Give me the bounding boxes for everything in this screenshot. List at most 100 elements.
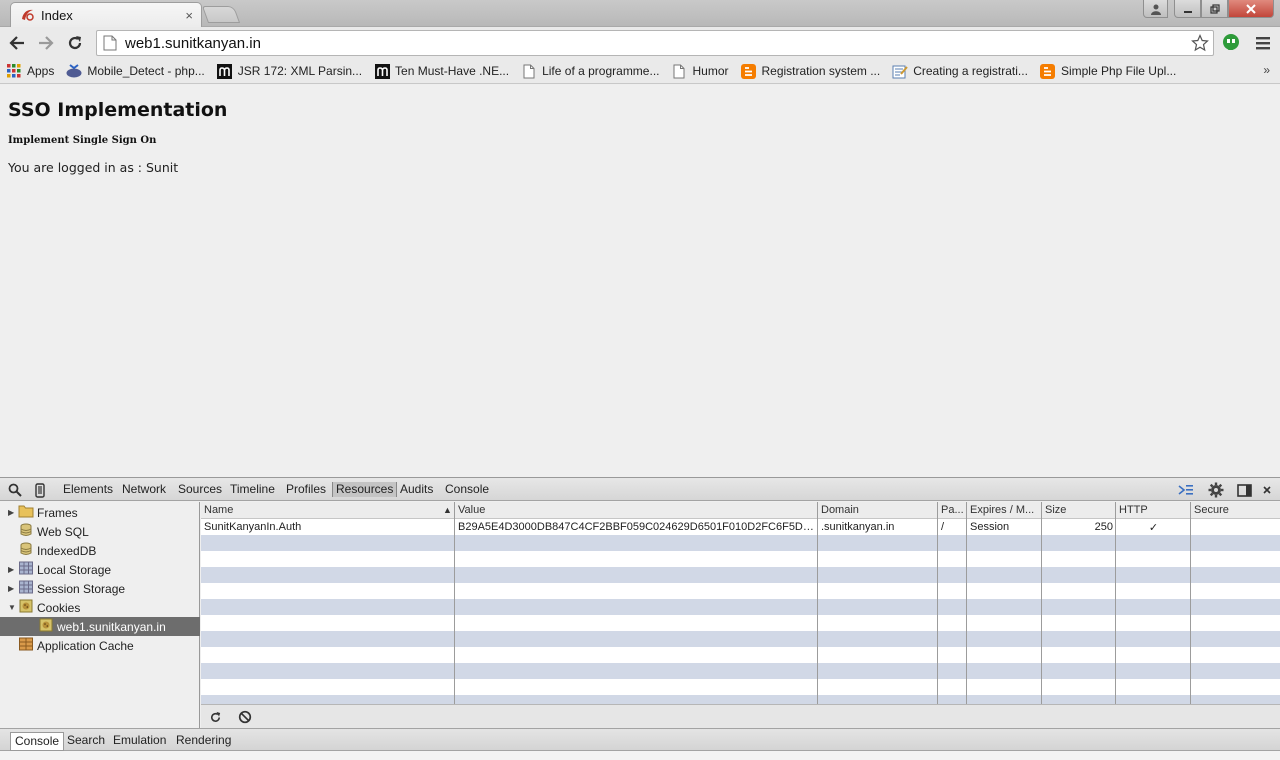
bookmark-item[interactable]: Registration system ... <box>741 63 880 79</box>
devtools-tab-elements[interactable]: Elements <box>60 482 116 497</box>
page-title: SSO Implementation <box>8 99 228 121</box>
sidebar-item-application-cache[interactable]: Application Cache <box>0 636 200 655</box>
devtools-close-icon[interactable] <box>1259 482 1275 498</box>
bookmark-item[interactable]: Creating a registrati... <box>892 63 1028 79</box>
devtools-status-strip <box>0 751 1280 760</box>
clear-cookies-icon[interactable] <box>237 709 253 725</box>
sidebar-item-web1-sunitkanyan-in[interactable]: web1.sunitkanyan.in <box>0 617 200 636</box>
bookmark-star-icon[interactable] <box>1187 34 1213 52</box>
column-divider[interactable] <box>454 502 455 704</box>
page-icon <box>521 63 537 79</box>
bookmark-item[interactable]: Life of a programme... <box>521 63 659 79</box>
cookie-table-footer <box>201 704 1280 728</box>
window-close-icon[interactable] <box>1228 0 1274 18</box>
bookmark-item[interactable]: JSR 172: XML Parsin... <box>217 63 362 79</box>
drawer-tab-emulation[interactable]: Emulation <box>109 732 170 749</box>
page-icon <box>103 35 117 51</box>
m-icon <box>217 63 233 79</box>
user-profile-icon[interactable] <box>1143 0 1168 18</box>
column-header-secure[interactable]: Secure <box>1191 502 1280 519</box>
table-row <box>201 631 1280 647</box>
restore-icon[interactable] <box>1201 0 1228 18</box>
page-subtitle: Implement Single Sign On <box>8 135 157 146</box>
expanded-triangle-icon[interactable]: ▼ <box>8 603 18 612</box>
dock-side-icon[interactable] <box>1236 482 1252 498</box>
bookmark-item[interactable]: Humor <box>671 63 729 79</box>
hangouts-extension-icon[interactable] <box>1221 33 1241 53</box>
inspect-search-icon[interactable] <box>7 482 23 498</box>
devtools-tab-timeline[interactable]: Timeline <box>227 482 278 497</box>
column-divider[interactable] <box>937 502 938 704</box>
cell-secure <box>1191 519 1280 535</box>
sidebar-item-label: Local Storage <box>37 562 112 577</box>
devtools-tab-resources[interactable]: Resources <box>332 482 398 497</box>
forward-icon[interactable] <box>34 31 58 55</box>
devtools-tabbar: Elements Network Sources Timeline Profiles Re… <box>0 478 1280 501</box>
sidebar-item-local-storage[interactable]: ▶ Local Storage <box>0 560 200 579</box>
devtools-tab-sources[interactable]: Sources <box>175 482 225 497</box>
devtools-tab-audits[interactable]: Audits <box>397 482 436 497</box>
devtools-tab-network[interactable]: Network <box>119 482 169 497</box>
sidebar-item-frames[interactable]: ▶ Frames <box>0 503 200 522</box>
bookmark-item[interactable]: Mobile_Detect - php... <box>66 63 205 79</box>
tab-close-icon[interactable]: × <box>185 8 193 23</box>
drawer-tab-rendering[interactable]: Rendering <box>172 732 235 749</box>
resources-sidebar: ▶ Frames Web SQL IndexedDB ▶ Local Storage ▶ Se… <box>0 502 200 728</box>
drawer-tab-console[interactable]: Console <box>10 732 65 751</box>
bookmark-item[interactable]: Apps <box>6 63 54 79</box>
sidebar-item-web-sql[interactable]: Web SQL <box>0 522 200 541</box>
devtools-tab-console[interactable]: Console <box>442 482 492 497</box>
device-mode-icon[interactable] <box>32 482 48 498</box>
bookmarks-bar: Apps Mobile_Detect - php... JSR 172: XML P… <box>0 59 1280 84</box>
tab-title: Index <box>41 7 73 23</box>
grid-icon <box>18 561 37 578</box>
sidebar-item-indexeddb[interactable]: IndexedDB <box>0 541 200 560</box>
table-row <box>201 663 1280 679</box>
devtools-tab-profiles[interactable]: Profiles <box>283 482 329 497</box>
bookmark-item[interactable]: Simple Php File Upl... <box>1040 63 1176 79</box>
settings-gear-icon[interactable] <box>1208 482 1224 498</box>
column-divider[interactable] <box>817 502 818 704</box>
table-row[interactable]: SunitKanyanIn.Auth B29A5E4D3000DB847C4CF2… <box>201 519 1280 535</box>
page-icon <box>671 63 687 79</box>
collapsed-triangle-icon[interactable]: ▶ <box>8 508 18 517</box>
column-header-domain[interactable]: Domain <box>818 502 938 519</box>
bookmark-label: Humor <box>692 64 729 78</box>
column-divider[interactable] <box>1041 502 1042 704</box>
sidebar-item-cookies[interactable]: ▼ Cookies <box>0 598 200 617</box>
back-icon[interactable] <box>5 31 29 55</box>
column-divider[interactable] <box>966 502 967 704</box>
new-tab-button[interactable] <box>201 6 241 23</box>
minimize-icon[interactable] <box>1174 0 1201 18</box>
column-divider[interactable] <box>1115 502 1116 704</box>
bookmarks-overflow-icon[interactable]: » <box>1263 63 1270 77</box>
collapsed-triangle-icon[interactable]: ▶ <box>8 565 18 574</box>
browser-tab[interactable]: Index × <box>10 2 202 27</box>
drawer-tab-search[interactable]: Search <box>63 732 109 749</box>
sidebar-item-session-storage[interactable]: ▶ Session Storage <box>0 579 200 598</box>
url-text[interactable]: web1.sunitkanyan.in <box>125 35 1187 52</box>
bookmark-item[interactable]: Ten Must-Have .NE... <box>374 63 509 79</box>
table-row <box>201 599 1280 615</box>
show-drawer-icon[interactable] <box>1178 482 1194 498</box>
cookie-table: Name Value Domain Pa... Expires / M... Size HT… <box>201 502 1280 704</box>
column-header-http[interactable]: HTTP <box>1116 502 1191 519</box>
column-header-expires-m[interactable]: Expires / M... <box>967 502 1042 519</box>
column-divider[interactable] <box>1190 502 1191 704</box>
column-header-pa[interactable]: Pa... <box>938 502 967 519</box>
table-row <box>201 695 1280 704</box>
address-bar[interactable]: web1.sunitkanyan.in <box>96 30 1214 56</box>
column-header-value[interactable]: Value <box>455 502 818 519</box>
column-header-name[interactable]: Name <box>201 502 455 519</box>
reload-icon[interactable] <box>63 31 87 55</box>
cookie-icon <box>38 618 57 635</box>
sidebar-item-label: IndexedDB <box>37 543 97 558</box>
table-row <box>201 567 1280 583</box>
cell-size: 250 <box>1094 521 1113 533</box>
collapsed-triangle-icon[interactable]: ▶ <box>8 584 18 593</box>
column-header-size[interactable]: Size <box>1042 502 1116 519</box>
refresh-cookies-icon[interactable] <box>207 709 223 725</box>
sort-ascending-icon: ▲ <box>443 505 452 515</box>
chrome-menu-icon[interactable] <box>1255 35 1271 51</box>
cell-name: SunitKanyanIn.Auth <box>204 521 302 533</box>
